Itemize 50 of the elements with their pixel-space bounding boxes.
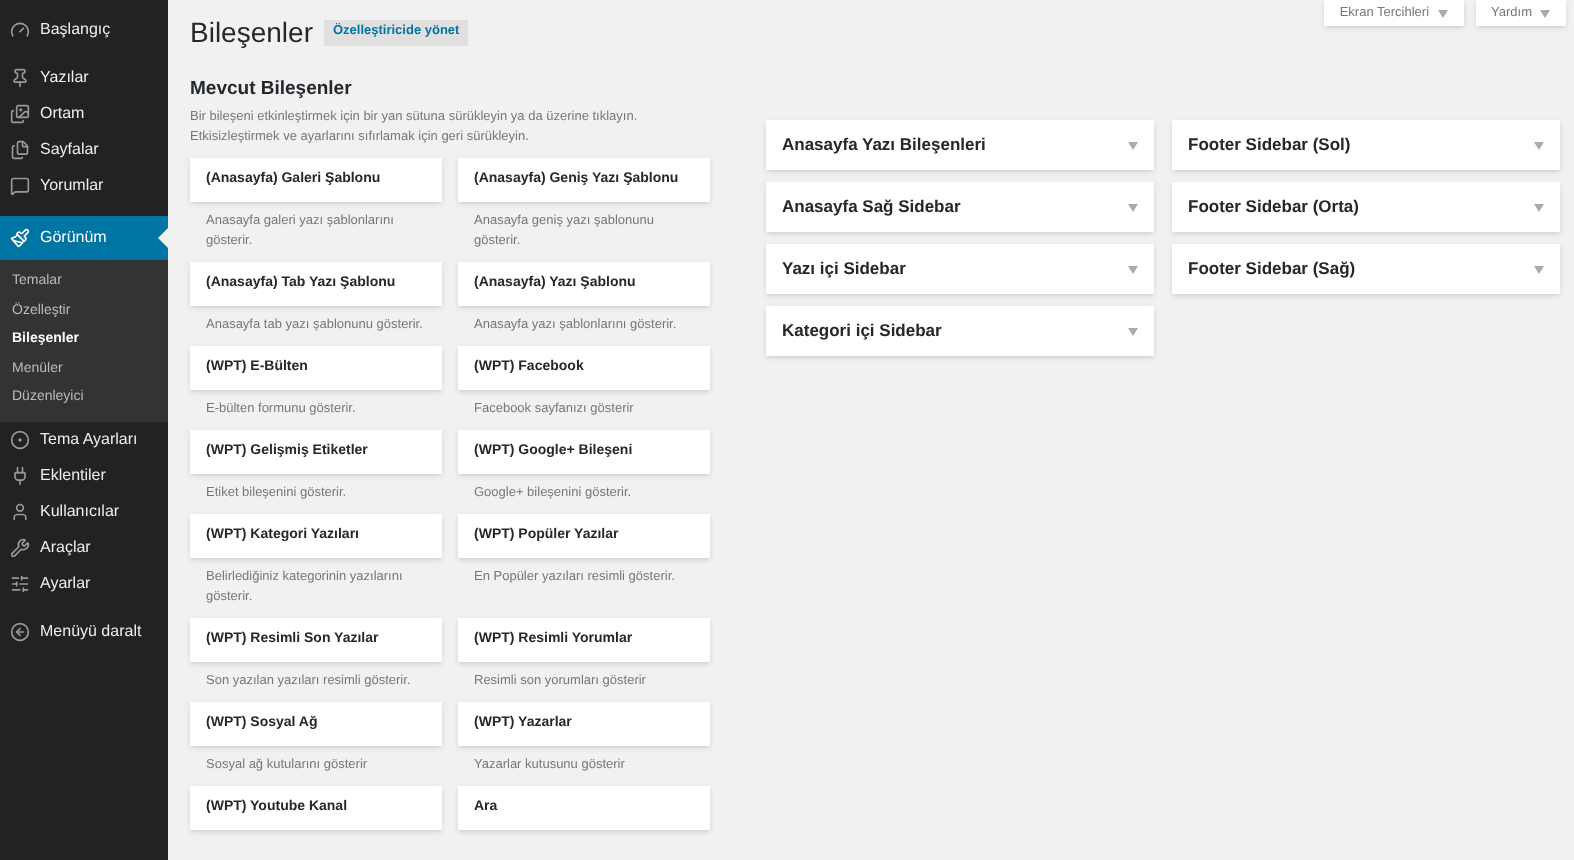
caret-icon <box>1128 141 1138 149</box>
dashboard-icon <box>10 20 30 40</box>
sidebar-area-header[interactable]: Yazı içi Sidebar <box>766 244 1154 294</box>
user-icon <box>10 501 30 521</box>
sidebar-area-title: Anasayfa Sağ Sidebar <box>782 194 961 220</box>
sidebar-area-title: Footer Sidebar (Sağ) <box>1188 256 1356 282</box>
menu-item[interactable]: Tema Ayarları <box>0 421 168 457</box>
menu-item[interactable]: Araçlar <box>0 529 168 565</box>
sliders-icon <box>10 573 30 593</box>
caret-icon <box>1437 9 1448 17</box>
menu-item[interactable]: Ayarlar <box>0 565 168 601</box>
sidebar-area-title: Kategori içi Sidebar <box>782 318 942 344</box>
pin-icon <box>10 68 30 88</box>
menu-item[interactable]: Kullanıcılar <box>0 493 168 529</box>
sidebar-area-title: Yazı içi Sidebar <box>782 256 906 282</box>
menu-item[interactable]: Eklentiler <box>0 457 168 493</box>
sidebar-area-header[interactable]: Kategori içi Sidebar <box>766 306 1154 356</box>
sidebar-area-header[interactable]: Anasayfa Yazı Bileşenleri <box>766 120 1154 170</box>
caret-icon <box>1128 265 1138 273</box>
caret-icon <box>1534 203 1544 211</box>
pages-icon <box>10 140 30 160</box>
circle-icon <box>10 429 30 449</box>
sidebar-area-header[interactable]: Footer Sidebar (Orta) <box>1172 182 1560 232</box>
images-icon <box>10 104 30 124</box>
brush-icon <box>10 228 30 248</box>
menu-item[interactable]: Başlangıç <box>0 12 168 48</box>
menu-item[interactable]: Ortam <box>0 96 168 132</box>
sidebar-area-title: Footer Sidebar (Orta) <box>1188 194 1359 220</box>
section-heading: Mevcut Bileşenler <box>190 76 354 104</box>
caret-icon <box>1128 327 1138 335</box>
sidebar-area-header[interactable]: Footer Sidebar (Sağ) <box>1172 244 1560 294</box>
menu-item[interactable]: Sayfalar <box>0 132 168 168</box>
menu-item[interactable]: Yazılar <box>0 60 168 96</box>
wrench-icon <box>10 537 30 557</box>
caret-icon <box>1540 9 1550 17</box>
sidebar-area-header[interactable]: Anasayfa Sağ Sidebar <box>766 182 1154 232</box>
menu-item[interactable]: Yorumlar <box>0 168 168 204</box>
plug-icon <box>10 465 30 485</box>
caret-icon <box>1534 141 1544 149</box>
menu-item[interactable]: Görünüm <box>0 216 168 260</box>
collapse-icon <box>10 621 30 641</box>
caret-icon <box>1128 203 1138 211</box>
pointer-notch-icon <box>158 228 168 248</box>
menu-item[interactable]: Menüyü daralt <box>0 613 168 649</box>
page-title: Bileşenler <box>190 13 313 52</box>
sidebar-area-title: Anasayfa Yazı Bileşenleri <box>782 132 986 158</box>
sidebar-area-title: Footer Sidebar (Sol) <box>1188 132 1351 158</box>
comment-icon <box>10 176 30 196</box>
sidebar-area-header[interactable]: Footer Sidebar (Sol) <box>1172 120 1560 170</box>
caret-icon <box>1534 265 1544 273</box>
